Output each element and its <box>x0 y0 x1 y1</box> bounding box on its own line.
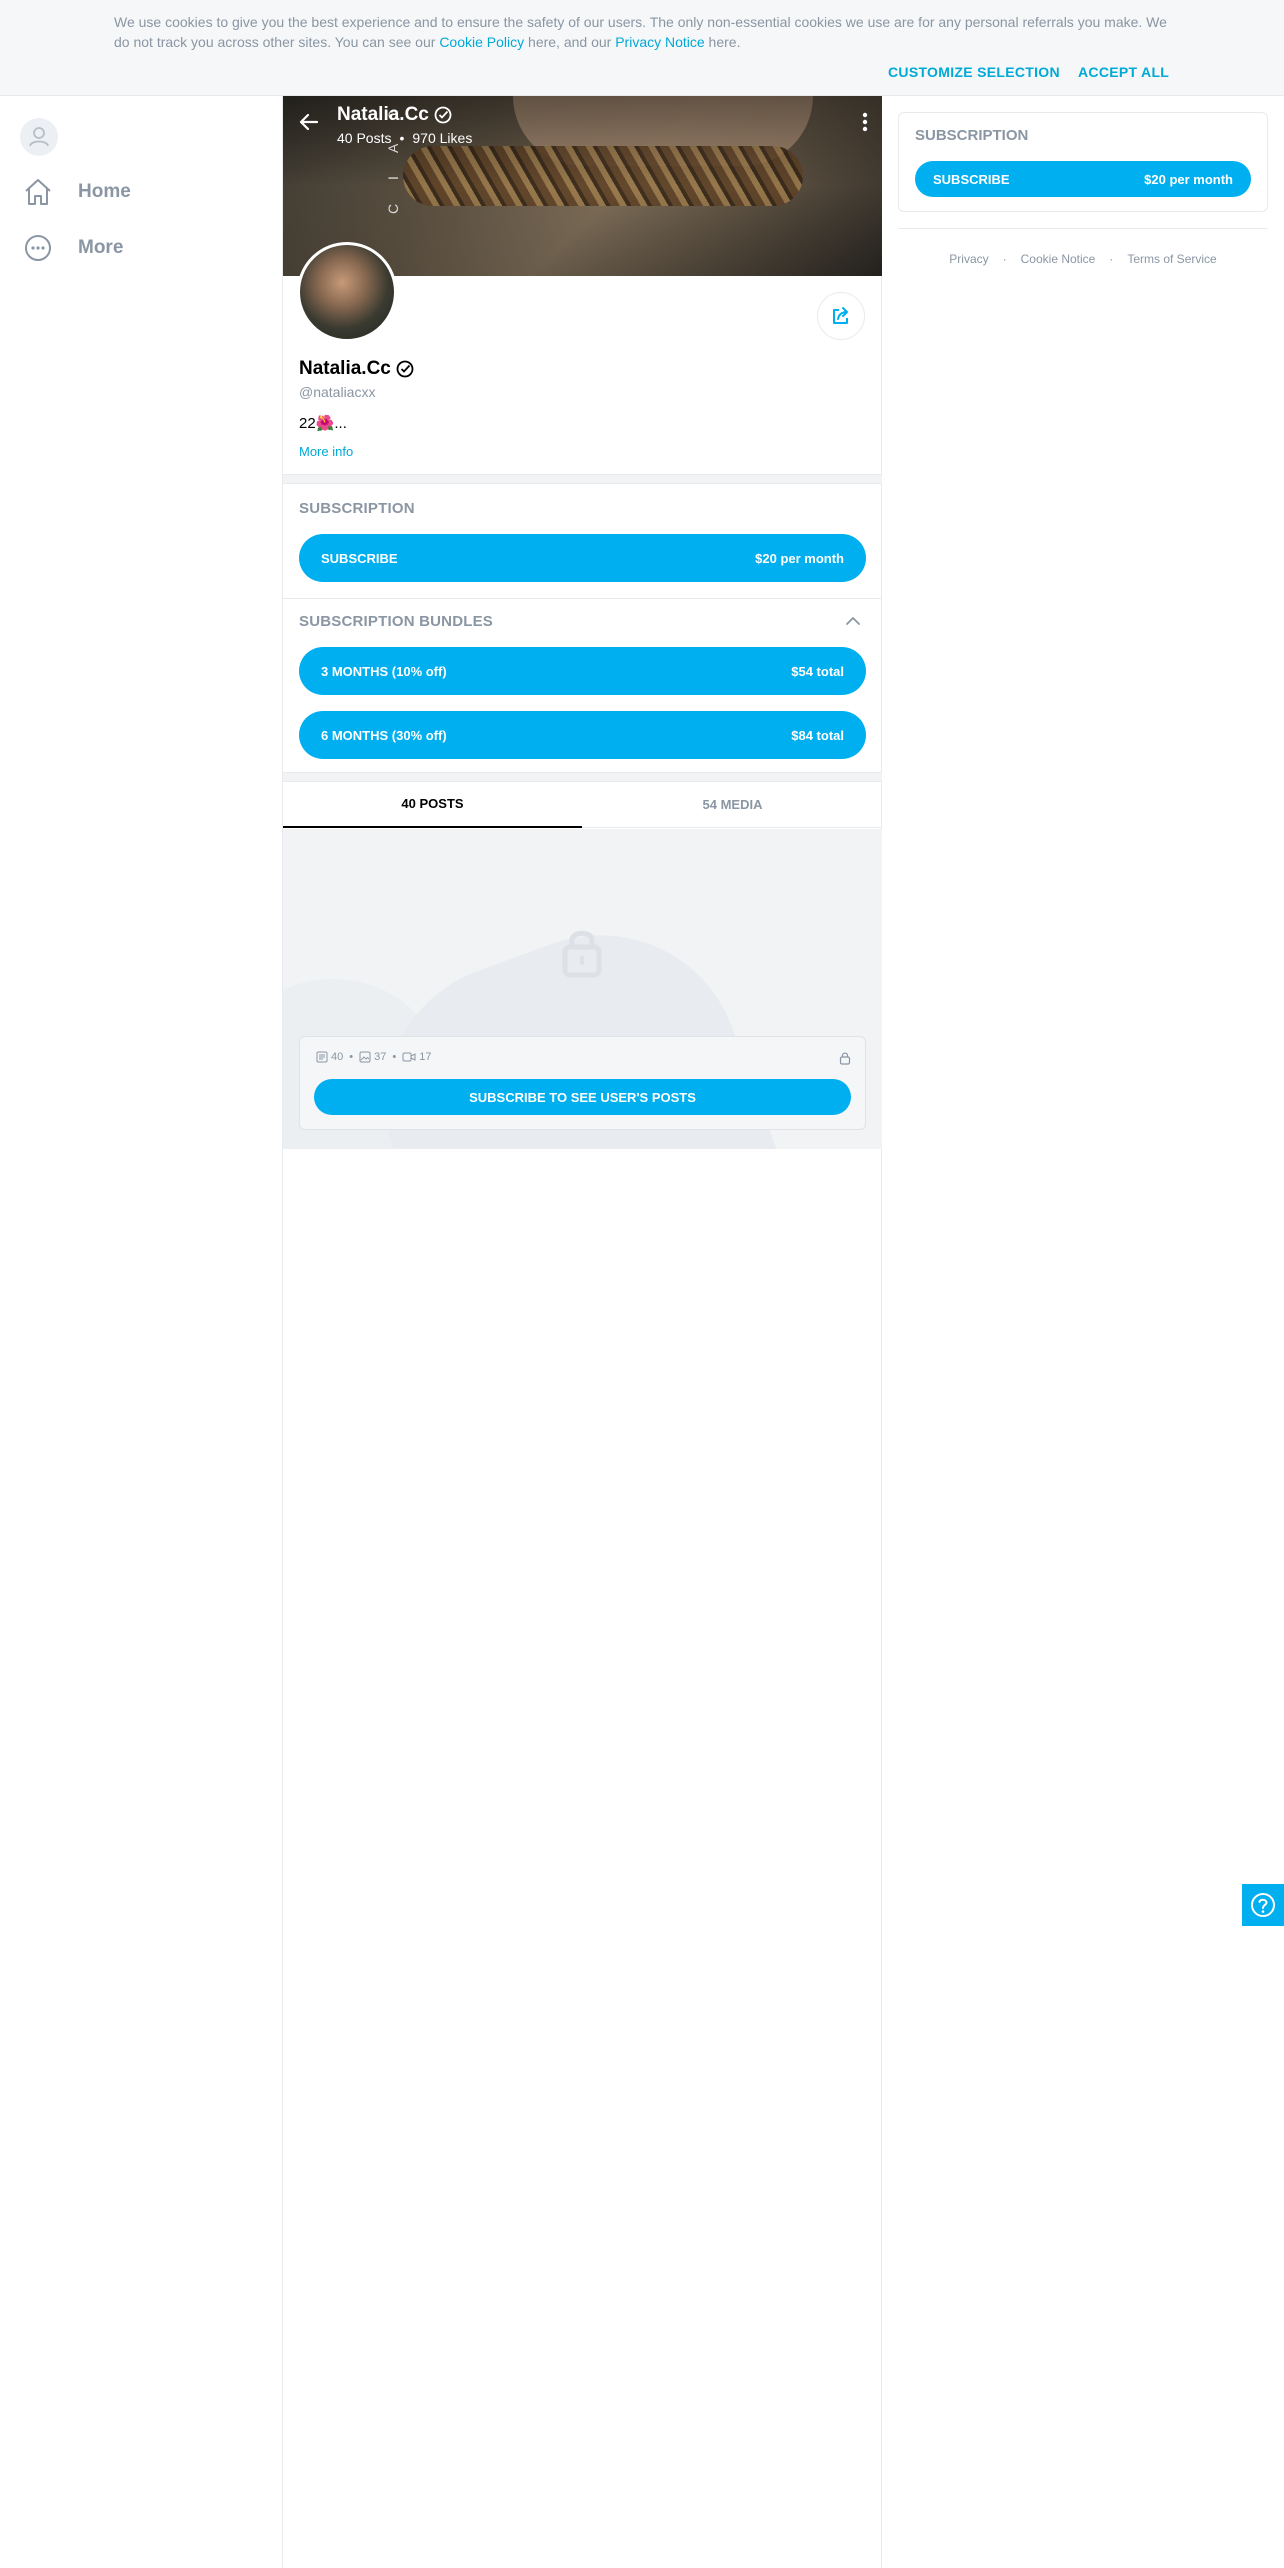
customize-selection-button[interactable]: CUSTOMIZE SELECTION <box>888 64 1060 80</box>
lock-icon <box>839 1052 851 1065</box>
subscribe-label: SUBSCRIBE <box>321 550 398 566</box>
bundle-price: $84 total <box>791 727 844 743</box>
profile-name-text: Natalia.Cc <box>299 358 391 379</box>
separator-dot: • <box>392 1051 397 1063</box>
profile-handle[interactable]: @nataliacxx <box>299 384 375 400</box>
share-icon <box>833 307 848 324</box>
bundle-label: 3 MONTHS (10% off) <box>321 663 447 679</box>
images-count: 37 <box>359 1051 386 1063</box>
separator-dot: • <box>349 1051 354 1063</box>
verified-icon <box>434 106 452 124</box>
separator-dot: · <box>1109 252 1114 266</box>
videos-count: 17 <box>402 1051 431 1063</box>
help-button[interactable] <box>1242 1884 1284 1926</box>
kebab-menu-icon[interactable] <box>862 112 868 132</box>
sidebar-item-more[interactable]: More <box>20 228 123 268</box>
sidebar-item-home[interactable]: Home <box>20 172 131 212</box>
video-icon <box>402 1052 416 1062</box>
divider <box>898 228 1268 229</box>
subscription-card-title: SUBSCRIPTION <box>915 127 1029 144</box>
separator-dot: · <box>1002 252 1007 266</box>
content-tabs: 40 POSTS 54 MEDIA <box>283 780 882 828</box>
subscribe-to-see-posts-button[interactable]: SUBSCRIBE TO SEE USER'S POSTS <box>314 1079 851 1115</box>
image-icon <box>359 1051 371 1063</box>
cookie-text-part: here, and our <box>524 34 616 50</box>
help-icon <box>1251 1893 1275 1917</box>
locked-posts-card: 40 • 37 • 17 SUBSCRIBE TO SEE USER'S POS… <box>299 1036 866 1130</box>
sidebar-item-label: Home <box>78 181 131 202</box>
lock-icon <box>562 930 602 978</box>
user-avatar[interactable] <box>20 118 58 156</box>
profile-avatar[interactable] <box>297 242 397 342</box>
accept-all-button[interactable]: ACCEPT ALL <box>1078 64 1169 80</box>
cookie-notice-link[interactable]: Cookie Notice <box>1021 252 1096 266</box>
bundles-title[interactable]: SUBSCRIPTION BUNDLES <box>299 613 493 630</box>
user-icon <box>29 127 49 147</box>
header-stats: 40 Posts • 970 Likes <box>337 130 472 146</box>
profile-name: Natalia.Cc <box>299 358 415 380</box>
images-count-text: 37 <box>374 1051 387 1063</box>
cookie-policy-link[interactable]: Cookie Policy <box>439 34 524 50</box>
profile-column: C I A O Natalia.Cc 40 Posts • 970 Likes … <box>282 96 882 2568</box>
chevron-up-icon[interactable] <box>845 616 861 626</box>
cookie-text: We use cookies to give you the best expe… <box>114 12 1174 52</box>
privacy-notice-link[interactable]: Privacy Notice <box>615 34 704 50</box>
back-arrow-icon[interactable] <box>297 110 321 134</box>
tab-media[interactable]: 54 MEDIA <box>583 780 882 828</box>
footer-links: Privacy · Cookie Notice · Terms of Servi… <box>898 252 1268 266</box>
profile-bio: 22🌺... <box>299 415 347 432</box>
posts-count: 40 <box>316 1051 343 1063</box>
locked-posts-area: 40 • 37 • 17 SUBSCRIBE TO SEE USER'S POS… <box>283 829 882 1149</box>
sidebar-subscribe-button[interactable]: SUBSCRIBE $20 per month <box>915 161 1251 197</box>
header-likes-count: 970 Likes <box>412 130 473 146</box>
home-icon <box>25 179 51 205</box>
subscribe-price: $20 per month <box>755 550 844 566</box>
section-divider <box>283 474 882 484</box>
post-icon <box>316 1051 328 1063</box>
header-name: Natalia.Cc <box>337 104 453 126</box>
posts-count-text: 40 <box>331 1051 344 1063</box>
more-info-link[interactable]: More info <box>299 444 353 459</box>
bundle-6-months-button[interactable]: 6 MONTHS (30% off) $84 total <box>299 711 866 759</box>
separator-dot: • <box>399 130 405 146</box>
cookie-text-part: here. <box>704 34 741 50</box>
header-posts-count: 40 Posts <box>337 130 392 146</box>
bundle-3-months-button[interactable]: 3 MONTHS (10% off) $54 total <box>299 647 866 695</box>
header-name-text: Natalia.Cc <box>337 104 429 125</box>
cookie-banner: We use cookies to give you the best expe… <box>0 0 1284 96</box>
subscription-card: SUBSCRIPTION SUBSCRIBE $20 per month <box>898 112 1268 212</box>
terms-link[interactable]: Terms of Service <box>1127 252 1216 266</box>
more-circle-icon <box>25 235 51 261</box>
tab-posts[interactable]: 40 POSTS <box>283 780 582 828</box>
divider <box>283 598 882 599</box>
sidebar-item-label: More <box>78 237 124 258</box>
privacy-link[interactable]: Privacy <box>949 252 988 266</box>
subscribe-button[interactable]: SUBSCRIBE $20 per month <box>299 534 866 582</box>
bundle-price: $54 total <box>791 663 844 679</box>
verified-icon <box>396 360 414 378</box>
videos-count-text: 17 <box>419 1051 432 1063</box>
bundle-label: 6 MONTHS (30% off) <box>321 727 447 743</box>
subscription-title: SUBSCRIPTION <box>299 500 415 517</box>
share-button[interactable] <box>817 292 865 340</box>
media-counts: 40 • 37 • 17 <box>316 1051 431 1063</box>
subscribe-price: $20 per month <box>1144 171 1233 187</box>
subscribe-label: SUBSCRIBE <box>933 171 1010 187</box>
